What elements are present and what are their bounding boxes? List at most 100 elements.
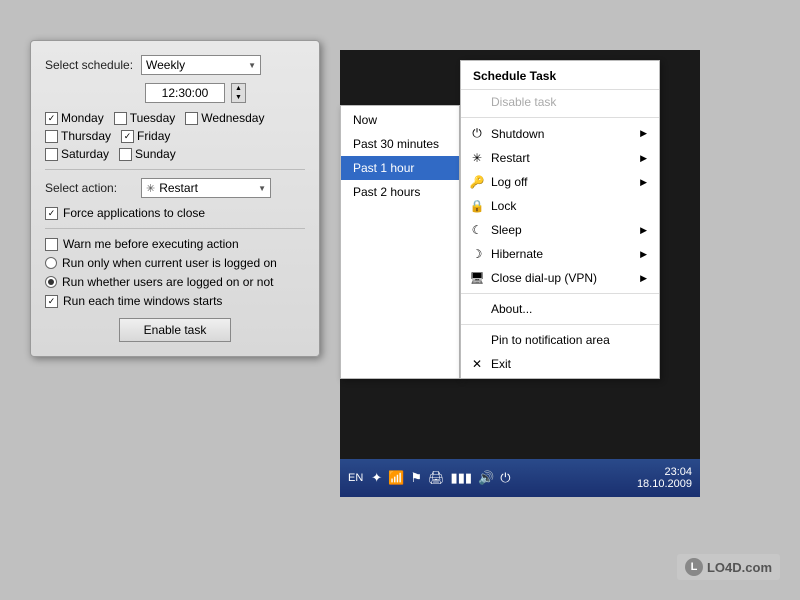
divider-2 <box>45 228 305 229</box>
day-saturday[interactable]: Saturday <box>45 147 109 161</box>
time-down-button[interactable]: ▼ <box>232 93 245 102</box>
about-label: About... <box>491 302 532 316</box>
run-windows-checkbox[interactable] <box>45 295 58 308</box>
days-row-1: Monday Tuesday Wednesday <box>45 111 305 125</box>
right-panel: Now Past 30 minutes Past 1 hour Past 2 h… <box>340 50 700 497</box>
submenu-item-2hours[interactable]: Past 2 hours <box>341 180 459 204</box>
about-left: About... <box>469 302 532 316</box>
run-logged-on-radio[interactable] <box>45 257 57 269</box>
menu-item-about[interactable]: About... <box>461 297 659 321</box>
monday-label: Monday <box>61 111 104 125</box>
tuesday-checkbox[interactable] <box>114 112 127 125</box>
schedule-label: Select schedule: <box>45 58 135 72</box>
force-close-checkbox[interactable] <box>45 207 58 220</box>
menu-item-shutdown[interactable]: ⏻ Shutdown ▶ <box>461 121 659 146</box>
action-value: Restart <box>159 181 198 195</box>
schedule-dialog: Select schedule: Weekly ▼ 12:30:00 ▲ ▼ M… <box>30 40 320 357</box>
submenu-2hours-label: Past 2 hours <box>353 185 420 199</box>
action-row: Select action: ✳ Restart ▼ <box>45 178 305 198</box>
menu-item-logoff[interactable]: 🔑 Log off ▶ <box>461 170 659 194</box>
day-wednesday[interactable]: Wednesday <box>185 111 264 125</box>
dialup-label: Close dial-up (VPN) <box>491 271 597 285</box>
warn-checkbox[interactable] <box>45 238 58 251</box>
run-windows-label: Run each time windows starts <box>63 294 222 308</box>
run-any-option[interactable]: Run whether users are logged on or not <box>45 275 305 289</box>
submenu-item-1hour[interactable]: Past 1 hour <box>341 156 459 180</box>
day-friday[interactable]: Friday <box>121 129 170 143</box>
shutdown-icon: ⏻ <box>469 126 485 141</box>
schedule-dropdown-arrow: ▼ <box>248 61 256 70</box>
flag-icon: ⚑ <box>410 470 422 486</box>
monday-checkbox[interactable] <box>45 112 58 125</box>
enable-task-button[interactable]: Enable task <box>119 318 232 342</box>
menu-item-lock[interactable]: 🔒 Lock <box>461 194 659 218</box>
sleep-icon: ☾ <box>469 223 485 237</box>
schedule-dropdown[interactable]: Weekly ▼ <box>141 55 261 75</box>
force-close-label: Force applications to close <box>63 206 205 220</box>
run-logged-on-option[interactable]: Run only when current user is logged on <box>45 256 305 270</box>
logoff-icon: 🔑 <box>469 175 485 189</box>
clock-time: 23:04 <box>637 466 692 478</box>
logoff-arrow: ▶ <box>640 177 647 188</box>
hibernate-arrow: ▶ <box>640 249 647 260</box>
days-row-3: Saturday Sunday <box>45 147 305 161</box>
run-any-radio[interactable] <box>45 276 57 288</box>
day-thursday[interactable]: Thursday <box>45 129 111 143</box>
force-close-option[interactable]: Force applications to close <box>45 206 305 220</box>
disable-task-item: Disable task <box>461 90 659 114</box>
signal-icon: ▮▮▮ <box>451 470 472 486</box>
time-up-button[interactable]: ▲ <box>232 84 245 93</box>
disable-task-left: Disable task <box>469 95 556 109</box>
day-tuesday[interactable]: Tuesday <box>114 111 176 125</box>
taskbar-clock: 23:04 18.10.2009 <box>637 466 692 490</box>
saturday-label: Saturday <box>61 147 109 161</box>
menu-item-hibernate[interactable]: ☽ Hibernate ▶ <box>461 242 659 266</box>
hibernate-label: Hibernate <box>491 247 543 261</box>
wednesday-checkbox[interactable] <box>185 112 198 125</box>
restart-label: Restart <box>491 151 530 165</box>
action-label: Select action: <box>45 181 135 195</box>
time-spinner[interactable]: ▲ ▼ <box>231 83 246 103</box>
submenu: Now Past 30 minutes Past 1 hour Past 2 h… <box>340 105 460 379</box>
menu-title: Schedule Task <box>461 63 659 90</box>
thursday-checkbox[interactable] <box>45 130 58 143</box>
dialup-icon: 🖥 <box>469 271 485 285</box>
menu-item-restart[interactable]: ✳ Restart ▶ <box>461 146 659 170</box>
watermark-text: LO4D.com <box>707 560 772 575</box>
saturday-checkbox[interactable] <box>45 148 58 161</box>
time-row: 12:30:00 ▲ ▼ <box>45 83 305 103</box>
submenu-item-now[interactable]: Now <box>341 108 459 132</box>
day-monday[interactable]: Monday <box>45 111 104 125</box>
submenu-now-label: Now <box>353 113 377 127</box>
restart-arrow: ▶ <box>640 153 647 164</box>
context-menu: Schedule Task Disable task ⏻ Shutdown <box>460 60 660 379</box>
submenu-item-30min[interactable]: Past 30 minutes <box>341 132 459 156</box>
run-windows-option[interactable]: Run each time windows starts <box>45 294 305 308</box>
action-dropdown[interactable]: ✳ Restart ▼ <box>141 178 271 198</box>
pin-left: Pin to notification area <box>469 333 610 347</box>
friday-checkbox[interactable] <box>121 130 134 143</box>
sleep-arrow: ▶ <box>640 225 647 236</box>
bluetooth-icon: ✦ <box>371 470 382 486</box>
menu-item-sleep[interactable]: ☾ Sleep ▶ <box>461 218 659 242</box>
lock-left: 🔒 Lock <box>469 199 516 213</box>
exit-label: Exit <box>491 357 511 371</box>
sunday-checkbox[interactable] <box>119 148 132 161</box>
menu-sep-3 <box>461 324 659 325</box>
taskbar: EN ✦ 📶 ⚑ 🖨 ▮▮▮ 🔊 ⏻ 23:04 18.10.2009 <box>340 459 700 497</box>
logoff-label: Log off <box>491 175 527 189</box>
day-sunday[interactable]: Sunday <box>119 147 176 161</box>
menu-item-pin[interactable]: Pin to notification area <box>461 328 659 352</box>
submenu-1hour-label: Past 1 hour <box>353 161 414 175</box>
menu-item-dialup[interactable]: 🖥 Close dial-up (VPN) ▶ <box>461 266 659 290</box>
submenu-30min-label: Past 30 minutes <box>353 137 439 151</box>
time-input[interactable]: 12:30:00 <box>145 83 225 103</box>
clock-date: 18.10.2009 <box>637 478 692 490</box>
printer-icon: 🖨 <box>428 470 445 486</box>
menu-item-exit[interactable]: ✕ Exit <box>461 352 659 376</box>
watermark: L LO4D.com <box>677 554 780 580</box>
warn-option[interactable]: Warn me before executing action <box>45 237 305 251</box>
friday-label: Friday <box>137 129 170 143</box>
run-logged-on-label: Run only when current user is logged on <box>62 256 277 270</box>
days-row-2: Thursday Friday <box>45 129 305 143</box>
